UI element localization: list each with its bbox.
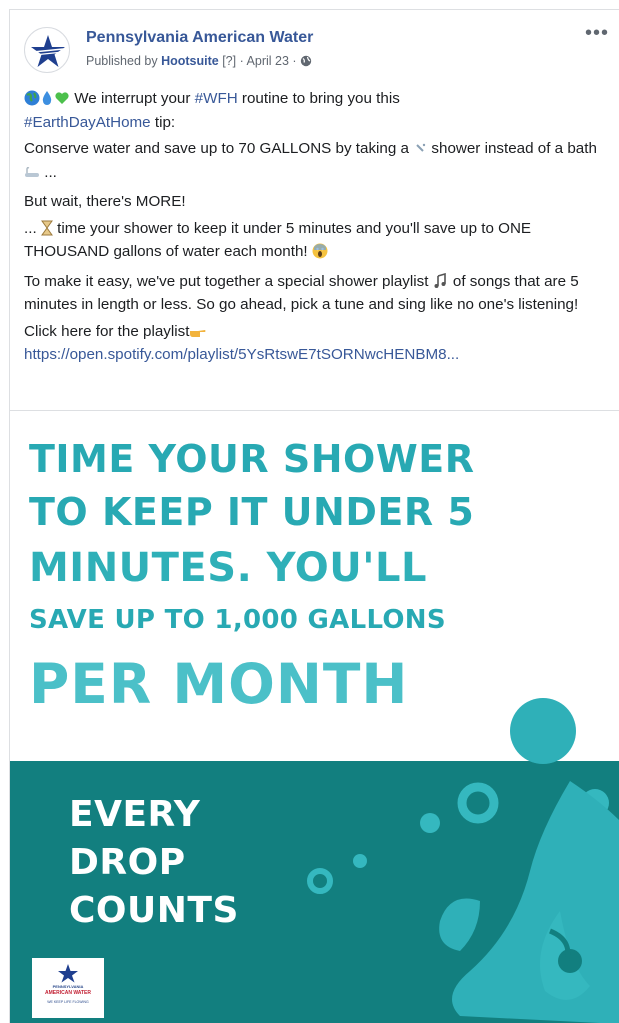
help-marker[interactable]: [?] (222, 54, 236, 68)
banner-line: COUNTS (69, 890, 239, 931)
hashtag-earthday-link[interactable]: #EarthDayAtHome (24, 114, 151, 131)
post-text: ... (40, 163, 57, 181)
logo-text: WE KEEP LIFE FLOWING (47, 1000, 89, 1004)
logo-text: AMERICAN WATER (44, 990, 91, 996)
post-paragraph: But wait, there's MORE! (24, 193, 186, 210)
logo-star-icon (58, 964, 78, 983)
screaming-face-icon (312, 243, 328, 266)
post-paragraph: We interrupt your #WFH routine to bring … (24, 89, 612, 133)
post-meta: Published by Hootsuite [?] · April 23 · (86, 54, 312, 70)
post-paragraph: To make it easy, we've put together a sp… (24, 272, 612, 316)
banner-line: DROP (69, 842, 186, 883)
published-by-label: Published by (86, 54, 158, 68)
playlist-link[interactable]: https://open.spotify.com/playlist/5YsRts… (24, 346, 459, 363)
pointing-hand-icon (189, 325, 207, 346)
star-logo-icon (31, 35, 65, 67)
green-heart-icon (54, 90, 70, 113)
publisher-link[interactable]: Hootsuite (161, 54, 219, 68)
post-text: To make it easy, we've put together a sp… (24, 272, 433, 290)
hashtag-wfh-link[interactable]: #WFH (195, 90, 238, 107)
post-paragraph: Conserve water and save up to 70 GALLONS… (24, 139, 612, 186)
page-avatar[interactable] (24, 27, 70, 73)
post-text: Conserve water and save up to 70 GALLONS… (24, 140, 414, 157)
post-image[interactable]: TIME YOUR SHOWER TO KEEP IT UNDER 5 MINU… (10, 411, 619, 1023)
post-text: We interrupt your (70, 90, 195, 107)
facebook-post: Pennsylvania American Water Published by… (9, 9, 619, 1023)
hourglass-icon (40, 220, 53, 243)
meta-separator-2: · (292, 54, 297, 68)
logo-text: PENNSYLVANIA (52, 984, 84, 989)
company-logo: PENNSYLVANIA AMERICAN WATER WE KEEP LIFE… (32, 958, 104, 1018)
post-text: time your shower to keep it under 5 minu… (24, 219, 532, 261)
post-text: shower instead of a bath (427, 140, 597, 157)
post-body: We interrupt your #WFH routine to bring … (24, 89, 612, 366)
more-options-button[interactable]: ••• (585, 23, 609, 43)
banner-text: EVERY DROP COUNTS (69, 791, 239, 935)
post-paragraph: Click here for the playlist https://open… (24, 322, 612, 366)
shower-icon (413, 142, 427, 163)
bathtub-icon (24, 166, 40, 187)
globe-icon (300, 55, 312, 70)
earth-globe-icon (24, 90, 40, 113)
meta-separator: · (239, 54, 244, 68)
post-header: Pennsylvania American Water Published by… (10, 10, 619, 74)
droplet-icon (40, 90, 54, 113)
post-date[interactable]: April 23 (247, 54, 289, 68)
post-text: Click here for the playlist (24, 322, 190, 340)
teal-circle-icon (510, 698, 576, 764)
post-text: routine to bring you this (237, 90, 400, 107)
page-name-link[interactable]: Pennsylvania American Water (86, 29, 313, 47)
post-text: ... (24, 219, 41, 237)
music-notes-icon (433, 272, 449, 296)
post-text: tip: (150, 113, 176, 131)
post-paragraph: ... time your shower to keep it under 5 … (24, 219, 612, 266)
